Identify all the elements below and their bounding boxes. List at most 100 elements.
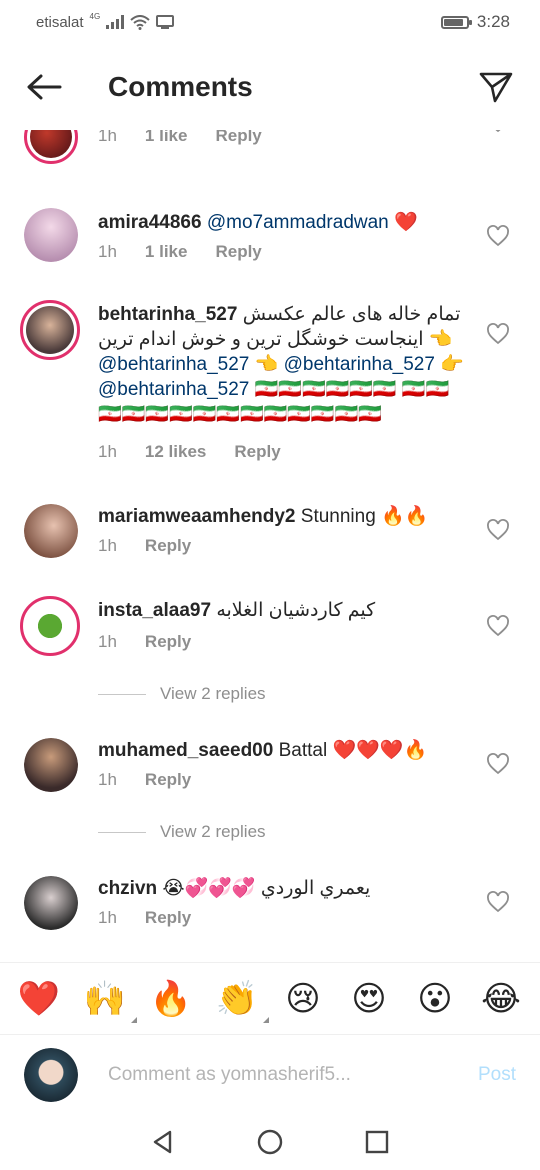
reply-button[interactable]: Reply [215,242,261,262]
emoji-cry-button[interactable]: 😢 [277,979,329,1019]
comment-text: Battal ❤️❤️❤️🔥 [278,740,428,761]
heart-outline-icon[interactable] [486,518,510,542]
comment-username[interactable]: amira44866 [98,212,202,233]
arrow-left-icon [27,74,62,100]
wifi-icon [130,14,150,30]
system-nav-bar [0,1114,540,1170]
heart-outline-icon[interactable] [486,752,510,776]
comment-item: insta_alaa97 كيم كاردشيان الغلابه 1h Rep… [0,596,540,706]
comment-username[interactable]: behtarinha_527 [98,304,237,325]
comment-text: ❤️ [394,212,418,233]
share-button[interactable] [476,67,516,107]
comment-item: behtarinha_527 تمام خاله های عالم عکسش ا… [0,300,540,470]
reply-button[interactable]: Reply [234,442,280,462]
view-replies-button[interactable]: View 2 replies [98,822,266,842]
comment-item: 1h 1 like Reply [0,130,540,198]
skin-tone-indicator [263,1016,269,1023]
comment-username[interactable]: muhamed_saeed00 [98,740,273,761]
comment-time: 1h [98,770,117,789]
my-avatar [24,1047,78,1102]
avatar[interactable] [24,130,78,164]
comment-username[interactable]: insta_alaa97 [98,600,211,621]
comment-meta: 1h 1 like Reply [98,130,262,146]
avatar[interactable] [20,596,80,656]
comment-list[interactable]: 1h 1 like Reply amira44866 @mo7ammadradw… [0,130,540,962]
comment-username[interactable]: chzivn [98,878,157,899]
view-replies-label: View 2 replies [160,822,266,841]
comment-time: 1h [98,632,117,651]
heart-outline-icon[interactable] [486,614,510,638]
comment-text: يعمري الوردي 💞💞💞😭 [162,878,371,899]
post-button[interactable]: Post [478,1064,516,1086]
comment-meta: 1h Reply [98,536,191,556]
comment-input[interactable] [108,1063,468,1086]
comment-username[interactable]: mariamweaamhendy2 [98,506,296,527]
screen-cast-icon [156,15,175,29]
view-replies-label: View 2 replies [160,684,266,703]
back-button[interactable] [24,67,64,107]
reply-button[interactable]: Reply [145,632,191,652]
heart-outline-icon[interactable] [486,130,510,134]
comment-mention[interactable]: @mo7ammadradwan [207,212,389,233]
battery-icon [440,15,472,29]
nav-recent-button[interactable] [357,1122,397,1162]
clock: 3:28 [476,12,510,31]
emoji-raised-hands-button[interactable]: 🙌 [79,978,137,1023]
reply-button[interactable]: Reply [145,908,191,928]
avatar[interactable] [24,738,78,792]
comment-mention[interactable]: @behtarinha_527 [98,379,249,400]
replies-divider [98,693,146,695]
comment-item: chzivn يعمري الوردي 💞💞💞😭 1h Reply [0,874,540,962]
comment-text: Stunning 🔥🔥 [300,506,429,527]
paper-plane-icon [479,72,513,103]
reply-button[interactable]: Reply [145,770,191,790]
avatar[interactable] [24,208,78,262]
avatar[interactable] [24,504,78,558]
nav-home-button[interactable] [250,1122,290,1162]
heart-outline-icon[interactable] [486,890,510,914]
comment-flags: 🇮🇷🇮🇷🇮🇷🇮🇷🇮🇷🇮🇷 [254,379,397,400]
comment-item: amira44866 @mo7ammadradwan ❤️ 1h 1 like … [0,208,540,298]
comment-time: 1h [98,536,117,555]
emoji-laugh-button[interactable]: 😂 [475,979,527,1019]
comment-likes[interactable]: 12 likes [145,442,206,462]
comment-meta: 1h 12 likes Reply [98,442,281,462]
comment-meta: 1h Reply [98,908,191,928]
avatar[interactable] [24,876,78,930]
status-left: etisalat 4G [36,11,175,31]
view-replies-button[interactable]: View 2 replies [98,684,266,704]
page-title: Comments [108,71,253,102]
comment-likes[interactable]: 1 like [145,130,188,146]
comment-emoji: 👈 [428,329,453,350]
header: Comments [0,44,540,130]
emoji-glyph: 🙌 [83,978,127,1019]
emoji-heart-eyes-button[interactable]: 😍 [343,979,395,1019]
reply-button[interactable]: Reply [215,130,261,146]
emoji-heart-button[interactable]: ❤️ [13,979,65,1019]
skin-tone-indicator [131,1016,137,1023]
comment-composer: Post [0,1034,540,1114]
emoji-quick-bar: ❤️ 🙌 🔥 👏 😢 😍 😮 😂 [0,962,540,1034]
reply-button[interactable]: Reply [145,536,191,556]
comment-emoji: 👈 [254,354,279,375]
square-recent-icon [365,1130,388,1154]
comment-item: mariamweaamhendy2 Stunning 🔥🔥 1h Reply [0,502,540,592]
comment-time: 1h [98,242,117,261]
comment-mention[interactable]: @behtarinha_527 [98,354,249,375]
emoji-clap-button[interactable]: 👏 [211,979,269,1023]
network-type: 4G [89,11,101,21]
comment-emoji: 👉 [440,354,464,375]
signal-icon [106,15,125,29]
circle-home-icon [257,1129,283,1155]
comment-time: 1h [98,130,117,145]
status-right: 3:28 [440,12,510,32]
comment-likes[interactable]: 1 like [145,242,188,262]
emoji-wow-button[interactable]: 😮 [409,979,461,1019]
heart-outline-icon[interactable] [486,224,510,248]
comment-mention[interactable]: @behtarinha_527 [284,354,435,375]
triangle-back-icon [154,1130,172,1154]
heart-outline-icon[interactable] [486,322,510,346]
nav-back-button[interactable] [143,1122,183,1162]
avatar[interactable] [20,300,80,360]
emoji-fire-button[interactable]: 🔥 [145,979,197,1019]
